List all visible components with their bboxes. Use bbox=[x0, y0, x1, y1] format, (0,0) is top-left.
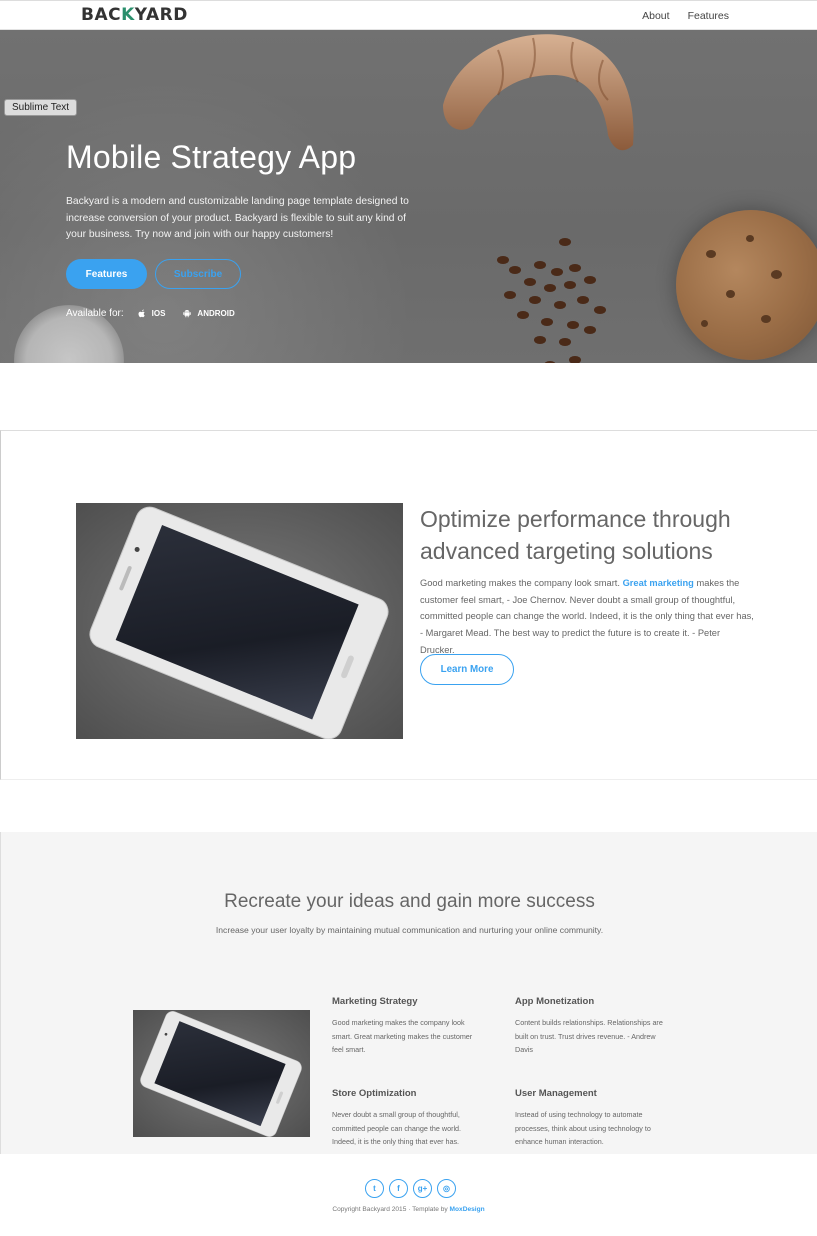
footer: t f g+ ◎ Copyright Backyard 2015 · Templ… bbox=[0, 1154, 817, 1236]
nav-link-features[interactable]: Features bbox=[688, 10, 729, 22]
small-smartphone-image bbox=[133, 1010, 310, 1137]
feature-user-management: User Management Instead of using technol… bbox=[515, 1088, 665, 1149]
feature-text: Good marketing makes the company look sm… bbox=[332, 1018, 473, 1055]
facebook-icon[interactable]: f bbox=[389, 1179, 408, 1198]
platform-android-label: ANDROID bbox=[197, 309, 235, 318]
nav-links: About Features bbox=[642, 10, 729, 22]
android-icon bbox=[183, 310, 192, 318]
targeting-description: Good marketing makes the company look sm… bbox=[420, 575, 755, 659]
hero-title: Mobile Strategy App bbox=[66, 139, 357, 175]
feature-text: Instead of using technology to automate … bbox=[515, 1110, 651, 1147]
available-label: Available for: bbox=[66, 308, 124, 319]
apple-icon bbox=[138, 309, 145, 318]
hero-section: Mobile Strategy App Backyard is a modern… bbox=[0, 30, 817, 363]
platform-android[interactable]: ANDROID bbox=[183, 309, 235, 318]
feature-text: Never doubt a small group of thoughtful,… bbox=[332, 1110, 462, 1147]
twitter-icon[interactable]: t bbox=[365, 1179, 384, 1198]
brand-logo[interactable]: BACKYARD bbox=[81, 5, 188, 25]
cookie-image bbox=[676, 210, 817, 360]
moxdesign-link[interactable]: MoxDesign bbox=[450, 1206, 485, 1213]
feature-title: App Monetization bbox=[515, 996, 595, 1007]
logo-text-start: BAC bbox=[81, 5, 122, 25]
sublime-text-tooltip: Sublime Text bbox=[4, 99, 78, 116]
smartphone-image bbox=[76, 503, 403, 739]
feature-title: User Management bbox=[515, 1088, 597, 1099]
platform-ios-label: IOS bbox=[151, 309, 166, 318]
feature-app-monetization: App Monetization Content builds relation… bbox=[515, 996, 665, 1057]
features-title: Recreate your ideas and gain more succes… bbox=[224, 891, 595, 912]
logo-text-accent: K bbox=[121, 5, 135, 25]
features-subtitle: Increase your user loyalty by maintainin… bbox=[215, 925, 604, 935]
targeting-title: Optimize performance through advanced ta… bbox=[420, 506, 731, 564]
small-phone-photo bbox=[133, 1010, 310, 1137]
targeting-section: Optimize performance through advanced ta… bbox=[0, 430, 817, 780]
instagram-icon[interactable]: ◎ bbox=[437, 1179, 456, 1198]
feature-store-optimization: Store Optimization Never doubt a small g… bbox=[332, 1088, 482, 1149]
social-links: t f g+ ◎ bbox=[365, 1179, 456, 1198]
croissant-image bbox=[443, 34, 634, 151]
copyright-label: Copyright Backyard 2015 · Template by bbox=[332, 1206, 450, 1213]
available-for-row: Available for: IOS ANDROID bbox=[66, 308, 253, 319]
coffee-beans-image bbox=[497, 238, 606, 363]
navbar: BACKYARD About Features bbox=[0, 0, 817, 30]
feature-marketing-strategy: Marketing Strategy Good marketing makes … bbox=[332, 996, 482, 1057]
hero-description: Backyard is a modern and customizable la… bbox=[66, 196, 409, 240]
logo-text-end: YARD bbox=[134, 5, 188, 25]
nav-link-about[interactable]: About bbox=[642, 10, 669, 22]
platform-ios[interactable]: IOS bbox=[138, 309, 166, 318]
features-section: Recreate your ideas and gain more succes… bbox=[0, 832, 817, 1154]
feature-title: Marketing Strategy bbox=[332, 996, 418, 1007]
phone-photo bbox=[76, 503, 403, 739]
desc-text-2: makes the customer feel smart, - Joe Che… bbox=[420, 578, 754, 655]
features-button[interactable]: Features bbox=[66, 259, 147, 289]
great-marketing-link[interactable]: Great marketing bbox=[623, 578, 694, 588]
feature-title: Store Optimization bbox=[332, 1088, 417, 1099]
feature-text: Content builds relationships. Relationsh… bbox=[515, 1018, 663, 1055]
google-plus-icon[interactable]: g+ bbox=[413, 1179, 432, 1198]
subscribe-button[interactable]: Subscribe bbox=[155, 259, 241, 289]
copyright-text: Copyright Backyard 2015 · Template by Mo… bbox=[0, 1206, 817, 1213]
learn-more-button[interactable]: Learn More bbox=[420, 654, 514, 685]
desc-text-1: Good marketing makes the company look sm… bbox=[420, 578, 623, 588]
